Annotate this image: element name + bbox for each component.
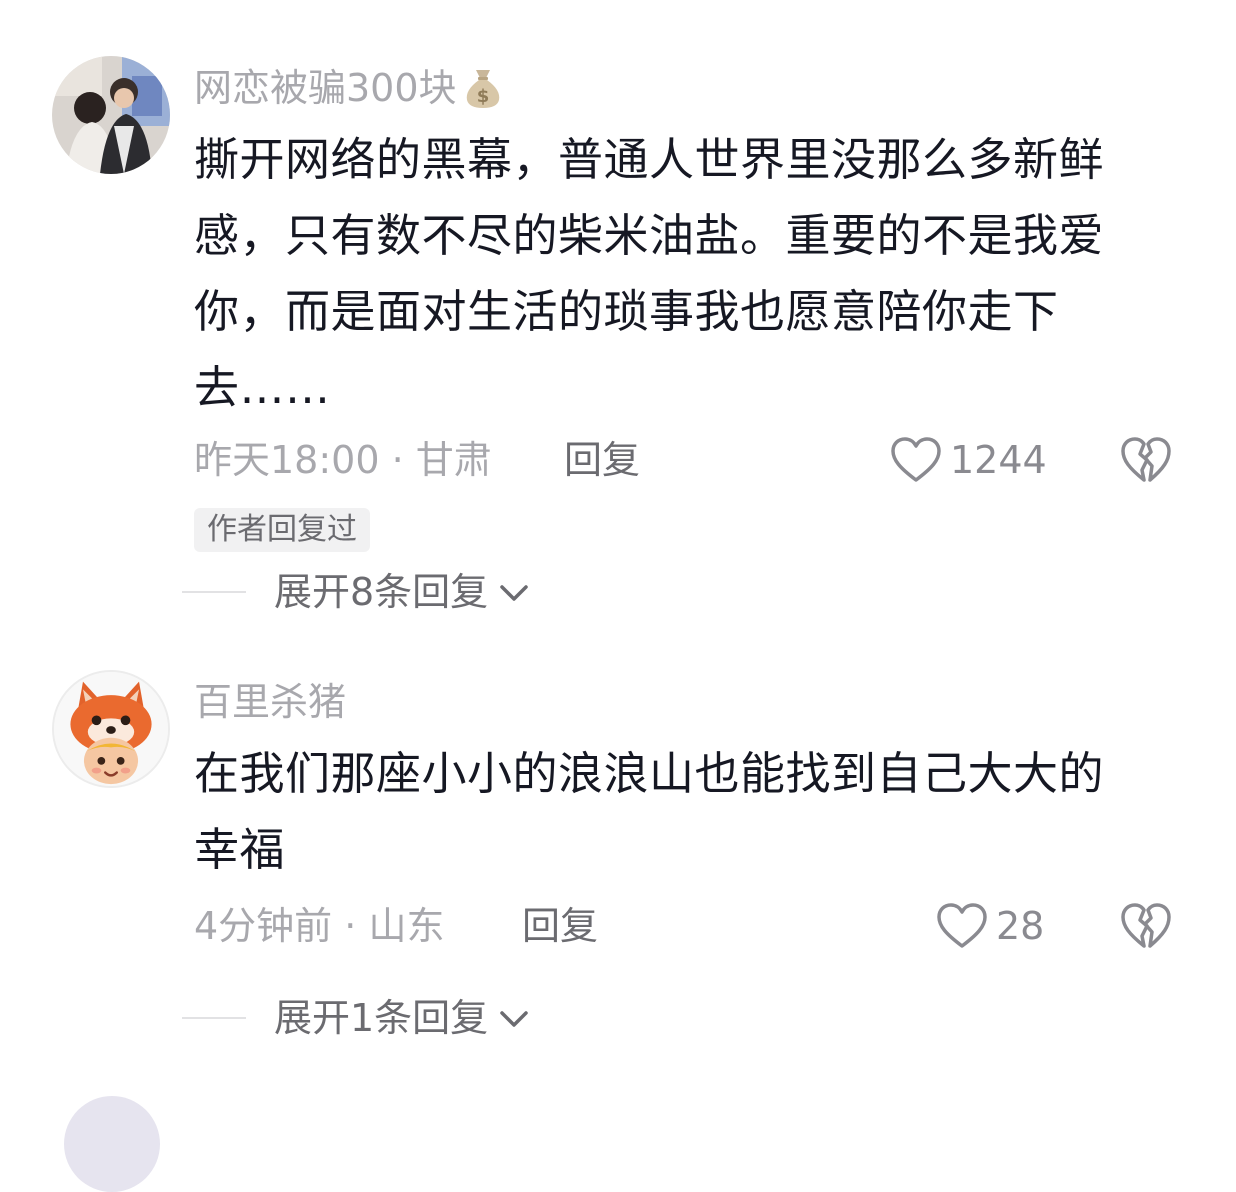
dislike-button[interactable]: [1120, 436, 1172, 484]
meta-separator: ·: [332, 904, 369, 948]
like-count: 28: [996, 904, 1045, 948]
comment-line: 撕开网络的黑幕，普通人世界里没那么多新鲜: [194, 133, 1105, 186]
like-button[interactable]: 1244: [890, 436, 1047, 484]
comment-location: 山东: [368, 904, 445, 948]
heart-outline-icon: [891, 437, 941, 482]
avatar[interactable]: [52, 670, 170, 788]
like-count: 1244: [950, 438, 1047, 482]
comment-location: 甘肃: [415, 438, 492, 482]
username[interactable]: 网恋被骗300块 $: [194, 64, 503, 112]
broken-heart-icon: [1121, 437, 1171, 482]
comment-line: 幸福: [194, 823, 286, 876]
author-replied-badge: 作者回复过: [194, 508, 370, 552]
expand-replies-button[interactable]: 展开8条回复: [182, 568, 532, 616]
comment-line: 去……: [194, 361, 331, 414]
username-text: 百里杀猪: [194, 680, 347, 724]
comment-line: 你，而是面对生活的琐事我也愿意陪你走下: [194, 285, 1059, 338]
comment-text: 撕开网络的黑幕，普通人世界里没那么多新鲜 感，只有数不尽的柴米油盐。重要的不是我…: [194, 122, 1166, 426]
avatar[interactable]: [52, 56, 170, 174]
reply-button[interactable]: 回复: [522, 902, 598, 950]
comment-text: 在我们那座小小的浪浪山也能找到自己大大的 幸福: [194, 736, 1166, 888]
comment-line: 在我们那座小小的浪浪山也能找到自己大大的: [194, 747, 1105, 800]
avatar[interactable]: [64, 1096, 160, 1192]
expand-replies-button[interactable]: 展开1条回复: [182, 994, 532, 1042]
divider-line: [182, 1017, 246, 1019]
reply-button[interactable]: 回复: [564, 436, 640, 484]
chevron-down-icon: [500, 585, 528, 601]
money-bag-icon: $: [463, 66, 503, 110]
comment-time: 4分钟前: [194, 904, 333, 948]
meta-separator: ·: [379, 438, 416, 482]
svg-text:$: $: [476, 86, 489, 107]
chevron-down-icon: [500, 1011, 528, 1027]
dislike-button[interactable]: [1120, 902, 1172, 950]
comment-meta: 昨天18:00 · 甘肃: [194, 436, 492, 484]
heart-outline-icon: [937, 903, 987, 948]
comment-meta: 4分钟前 · 山东: [194, 902, 444, 950]
username[interactable]: 百里杀猪: [194, 678, 346, 726]
username-text: 网恋被骗300块: [194, 66, 457, 110]
divider-line: [182, 591, 246, 593]
broken-heart-icon: [1121, 903, 1171, 948]
like-button[interactable]: 28: [936, 902, 1044, 950]
expand-replies-label: 展开8条回复: [274, 570, 489, 614]
comment-line: 感，只有数不尽的柴米油盐。重要的不是我爱: [194, 209, 1105, 262]
expand-replies-label: 展开1条回复: [274, 996, 489, 1040]
comment-time: 昨天18:00: [194, 438, 380, 482]
